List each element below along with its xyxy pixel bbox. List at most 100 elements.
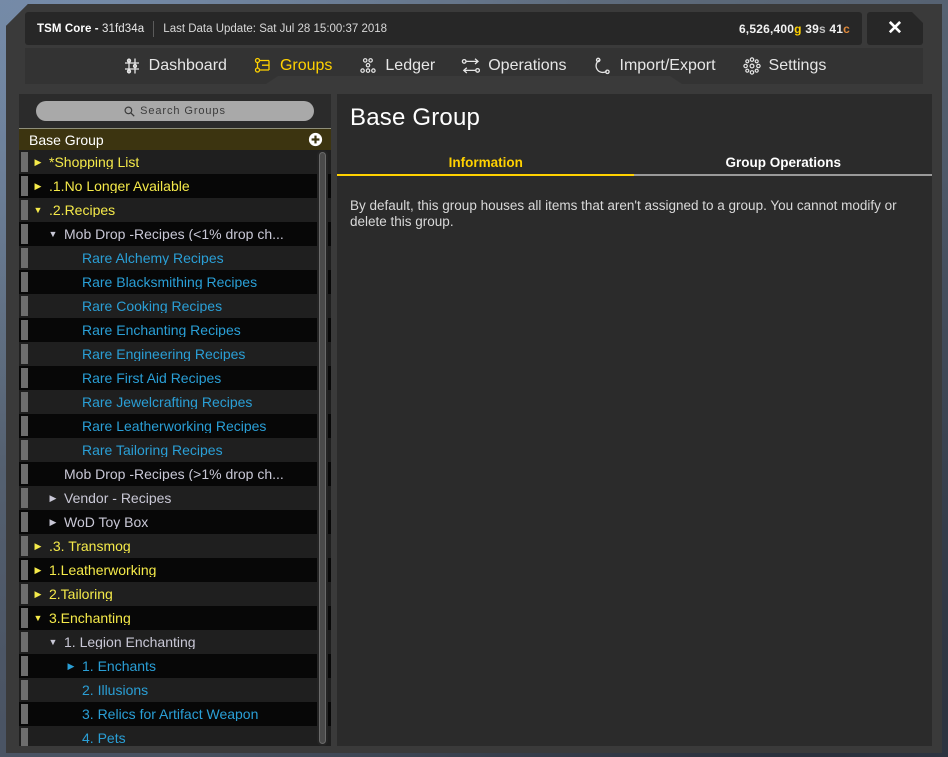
group-tree-row-label: .2.Recipes xyxy=(49,203,116,217)
tree-row-rail xyxy=(21,392,28,412)
base-group-header-label: Base Group xyxy=(29,131,104,148)
plus-circle-icon[interactable] xyxy=(308,132,323,147)
chevron-down-icon[interactable]: ▼ xyxy=(47,229,59,239)
chevron-right-icon[interactable]: ▶ xyxy=(32,589,44,599)
tab-information[interactable]: Information xyxy=(337,148,635,176)
group-tree-row-label: Rare Tailoring Recipes xyxy=(82,443,223,457)
base-group-header-row[interactable]: Base Group xyxy=(19,128,331,150)
group-tree-scrollbar-thumb[interactable] xyxy=(319,152,326,744)
tree-row-rail xyxy=(21,488,28,508)
group-tree-row[interactable]: Rare Enchanting Recipes xyxy=(19,318,331,342)
tree-row-rail xyxy=(21,632,28,652)
tree-row-rail xyxy=(21,680,28,700)
group-tree-row[interactable]: Rare Alchemy Recipes xyxy=(19,246,331,270)
nav-item-dashboard[interactable]: Dashboard xyxy=(109,48,240,84)
group-tree-row[interactable]: Rare First Aid Recipes xyxy=(19,366,331,390)
group-tree-row[interactable]: ▶ 2.Tailoring xyxy=(19,582,331,606)
tree-row-rail xyxy=(21,584,28,604)
settings-icon xyxy=(742,56,762,76)
tree-row-rail xyxy=(21,608,28,628)
search-input[interactable]: Search Groups xyxy=(36,101,314,121)
group-tree-row-label: 1.Leatherworking xyxy=(49,563,157,577)
close-icon: ✕ xyxy=(887,18,903,39)
search-placeholder-text: Search Groups xyxy=(140,105,226,117)
group-tree-row[interactable]: Mob Drop -Recipes (>1% drop ch... xyxy=(19,462,331,486)
group-tree-row[interactable]: 2. Illusions xyxy=(19,678,331,702)
chevron-right-icon[interactable]: ▶ xyxy=(32,181,44,191)
group-tree-row-label: Rare First Aid Recipes xyxy=(82,371,222,385)
group-tree-row-label: 3.Enchanting xyxy=(49,611,131,625)
group-tree-scroll-region[interactable]: ▶ *Shopping List ▶ .1.No Longer Available ▼.… xyxy=(19,150,331,746)
chevron-right-icon[interactable]: ▶ xyxy=(47,517,59,527)
chevron-right-icon[interactable]: ▶ xyxy=(32,541,44,551)
group-tree-row[interactable]: ▶ 1. Enchants xyxy=(19,654,331,678)
page-title: Base Group xyxy=(350,104,481,131)
group-tree-row[interactable]: ▼ 3.Enchanting xyxy=(19,606,331,630)
group-description-text: By default, this group houses all items … xyxy=(350,198,897,229)
chevron-right-icon[interactable]: ▶ xyxy=(32,157,44,167)
group-tree-row-label: Rare Cooking Recipes xyxy=(82,299,223,313)
tree-row-rail xyxy=(21,224,28,244)
chevron-right-icon[interactable]: ▶ xyxy=(47,493,59,503)
tree-row-rail xyxy=(21,248,28,268)
group-tree-row[interactable]: 4. Pets xyxy=(19,726,331,746)
app-version-separator: - xyxy=(91,22,103,35)
group-tree-row[interactable]: ▶ *Shopping List xyxy=(19,150,331,174)
app-version: 31fd34a xyxy=(102,22,145,35)
tree-row-rail xyxy=(21,368,28,388)
group-tree-row-label: 3. Relics for Artifact Weapon xyxy=(82,707,259,721)
nav-label-ledger: Ledger xyxy=(385,57,436,74)
chevron-down-icon[interactable]: ▼ xyxy=(32,613,44,623)
group-tree-row[interactable]: ▼ .2.Recipes xyxy=(19,198,331,222)
app-name: TSM Core xyxy=(37,22,92,35)
search-area: Search Groups xyxy=(19,94,331,128)
tree-row-rail xyxy=(21,728,28,746)
group-tree-row[interactable]: ▶ .3. Transmog xyxy=(19,534,331,558)
group-tree-row-label: .3. Transmog xyxy=(49,539,131,553)
close-button[interactable]: ✕ xyxy=(867,12,923,45)
group-tree-row[interactable]: Rare Cooking Recipes xyxy=(19,294,331,318)
app-title: TSM Core - 31fd34a xyxy=(37,23,144,35)
chevron-right-icon[interactable]: ▶ xyxy=(65,661,77,671)
gold-amount: 6,526,400 xyxy=(738,21,795,36)
nav-label-groups: Groups xyxy=(279,57,333,74)
group-tree-row[interactable]: Rare Jewelcrafting Recipes xyxy=(19,390,331,414)
tab-group-operations-label: Group Operations xyxy=(725,154,841,170)
group-tree-row[interactable]: Rare Tailoring Recipes xyxy=(19,438,331,462)
group-tree-row-label: Mob Drop -Recipes (>1% drop ch... xyxy=(64,467,284,481)
group-tree-row[interactable]: ▶ 1.Leatherworking xyxy=(19,558,331,582)
group-tree-row[interactable]: ▶ Vendor - Recipes xyxy=(19,486,331,510)
group-tree-row[interactable]: Rare Leatherworking Recipes xyxy=(19,414,331,438)
group-tree-row[interactable]: Rare Blacksmithing Recipes xyxy=(19,270,331,294)
tree-row-rail xyxy=(21,704,28,724)
group-tree-scrollbar[interactable] xyxy=(317,150,328,746)
group-tree-row[interactable]: Rare Engineering Recipes xyxy=(19,342,331,366)
tab-active-underline xyxy=(337,174,634,176)
tab-group-operations[interactable]: Group Operations xyxy=(635,148,933,176)
tab-content-information: By default, this group houses all items … xyxy=(337,176,932,230)
group-tree-row[interactable]: 3. Relics for Artifact Weapon xyxy=(19,702,331,726)
silver-suffix-icon: s xyxy=(818,21,826,36)
groups-icon xyxy=(253,56,273,76)
group-tree-row[interactable]: ▶ WoD Toy Box xyxy=(19,510,331,534)
group-tree-row-label: Rare Jewelcrafting Recipes xyxy=(82,395,253,409)
nav-label-operations: Operations xyxy=(488,57,567,74)
nav-label-settings: Settings xyxy=(768,57,827,74)
group-tree-row-label: Vendor - Recipes xyxy=(64,491,172,505)
chevron-down-icon[interactable]: ▼ xyxy=(47,637,59,647)
operations-icon xyxy=(461,56,481,76)
group-tree-row[interactable]: ▶ .1.No Longer Available xyxy=(19,174,331,198)
group-tree-row-label: *Shopping List xyxy=(49,155,140,169)
group-tree-row-label: 1. Legion Enchanting xyxy=(64,635,196,649)
group-tree-row[interactable]: ▼ 1. Legion Enchanting xyxy=(19,630,331,654)
title-bar-info-plate: TSM Core - 31fd34a Last Data Update: Sat… xyxy=(25,12,862,45)
nav-item-settings[interactable]: Settings xyxy=(729,48,840,84)
group-tree-row-label: 4. Pets xyxy=(82,731,126,745)
group-tree-row-label: 1. Enchants xyxy=(82,659,156,673)
tree-row-rail xyxy=(21,560,28,580)
chevron-down-icon[interactable]: ▼ xyxy=(32,205,44,215)
chevron-right-icon[interactable]: ▶ xyxy=(32,565,44,575)
group-tree-row[interactable]: ▼ Mob Drop -Recipes (<1% drop ch... xyxy=(19,222,331,246)
currency-display: 6,526,400g 39s 41c xyxy=(739,22,850,36)
group-tree-row-label: Rare Enchanting Recipes xyxy=(82,323,241,337)
